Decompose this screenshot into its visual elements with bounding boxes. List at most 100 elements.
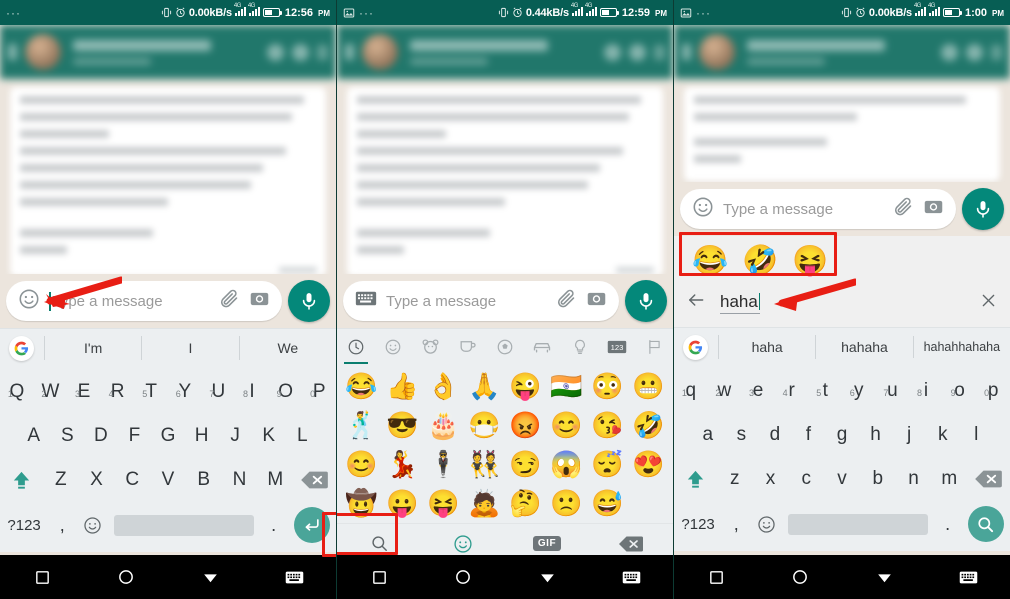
emoji-cell[interactable]: 😛 — [382, 484, 423, 523]
emoji-smiley-icon[interactable] — [76, 516, 108, 535]
emoji-cell[interactable]: 😴 — [587, 445, 628, 484]
key-k[interactable]: K — [252, 414, 286, 458]
suggestion-2[interactable]: We — [238, 336, 336, 360]
emoji-cell[interactable]: 😳 — [587, 367, 628, 406]
emoji-cell[interactable]: 👌 — [423, 367, 464, 406]
emoji-cell[interactable]: 👍 — [382, 367, 423, 406]
voice-call-icon[interactable] — [629, 43, 646, 61]
key-n[interactable]: n — [896, 457, 932, 501]
key-a[interactable]: a — [691, 413, 725, 457]
hide-keyboard-icon[interactable] — [590, 570, 673, 585]
key-l[interactable]: l — [959, 413, 993, 457]
emoji-tab-smileys[interactable] — [374, 329, 411, 364]
key-q[interactable]: 1Q — [0, 370, 34, 414]
emoji-cell[interactable]: 😜 — [505, 367, 546, 406]
suggestion-1[interactable]: I — [141, 336, 238, 360]
key-i[interactable]: 8I — [235, 370, 269, 414]
emoji-cell[interactable]: 🤠 — [341, 484, 382, 523]
key-a[interactable]: A — [17, 414, 51, 458]
keyboard-icon[interactable] — [355, 290, 377, 312]
emoji-tab-animals[interactable] — [412, 329, 449, 364]
key-r[interactable]: 4r — [775, 369, 809, 413]
paperclip-icon[interactable] — [556, 288, 577, 314]
hide-keyboard-icon[interactable] — [926, 570, 1010, 585]
emoji-cell[interactable]: 😊 — [341, 445, 382, 484]
key-t[interactable]: 5T — [134, 370, 168, 414]
key-z[interactable]: z — [717, 457, 753, 501]
emoji-smiley-icon[interactable] — [18, 288, 40, 315]
key-z[interactable]: Z — [43, 458, 79, 502]
emoji-tab-food-drink[interactable] — [449, 329, 486, 364]
emoji-cell[interactable]: 🙁 — [546, 484, 587, 523]
emoji-cell[interactable]: 🇮🇳 — [546, 367, 587, 406]
emoji-cell[interactable]: 😡 — [505, 406, 546, 445]
comma-key[interactable]: , — [48, 515, 76, 536]
emoji-cell[interactable]: 🙇 — [464, 484, 505, 523]
key-o[interactable]: 9O — [269, 370, 303, 414]
key-y[interactable]: 6y — [842, 369, 876, 413]
contact-avatar[interactable] — [362, 34, 398, 70]
emoji-cell[interactable]: 🤣 — [628, 406, 669, 445]
voice-record-button[interactable] — [962, 188, 1004, 230]
spacebar-key[interactable] — [788, 513, 928, 535]
key-f[interactable]: f — [792, 413, 826, 457]
back-triangle-icon[interactable] — [506, 568, 590, 587]
key-o[interactable]: 9o — [943, 369, 977, 413]
emoji-tab-recent[interactable] — [337, 329, 374, 364]
emoji-smiley-icon[interactable] — [692, 196, 714, 223]
spacebar-key[interactable] — [114, 514, 254, 536]
key-s[interactable]: s — [725, 413, 759, 457]
voice-record-button[interactable] — [288, 280, 330, 322]
camera-icon[interactable] — [249, 288, 270, 314]
key-k[interactable]: k — [926, 413, 960, 457]
key-p[interactable]: 0P — [302, 370, 336, 414]
emoji-cell[interactable] — [628, 484, 669, 523]
key-m[interactable]: M — [257, 458, 293, 502]
back-arrow-icon[interactable] — [686, 290, 706, 315]
emoji-cell[interactable]: 🙏 — [464, 367, 505, 406]
google-logo-icon[interactable] — [9, 335, 34, 361]
shift-icon[interactable] — [674, 468, 717, 491]
overflow-menu-icon[interactable] — [317, 44, 328, 60]
hide-keyboard-icon[interactable] — [253, 570, 336, 585]
header-back-icon[interactable] — [345, 44, 354, 60]
key-i[interactable]: 8i — [909, 369, 943, 413]
emoji-cell[interactable]: 🕴 — [423, 445, 464, 484]
home-circle-icon[interactable] — [421, 568, 505, 586]
contact-avatar[interactable] — [699, 34, 735, 70]
back-triangle-icon[interactable] — [842, 568, 926, 587]
key-u[interactable]: 7U — [202, 370, 236, 414]
recents-square-icon[interactable] — [674, 569, 758, 586]
emoji-smiley-icon[interactable] — [750, 515, 782, 534]
key-v[interactable]: v — [824, 457, 860, 501]
message-input-pill[interactable]: Type a message — [343, 281, 619, 321]
suggestion-2[interactable]: hahahhahaha — [912, 336, 1010, 358]
emoji-cell[interactable]: 😎 — [382, 406, 423, 445]
suggestion-0[interactable]: haha — [718, 335, 815, 359]
camera-icon[interactable] — [586, 288, 607, 314]
numbers-symbols-key[interactable]: ?123 — [674, 516, 722, 533]
emoji-tab-activities[interactable] — [486, 329, 523, 364]
overflow-menu-icon[interactable] — [654, 44, 665, 60]
key-f[interactable]: F — [118, 414, 152, 458]
key-m[interactable]: m — [931, 457, 967, 501]
key-n[interactable]: N — [222, 458, 258, 502]
paperclip-icon[interactable] — [893, 196, 914, 222]
emoji-cell[interactable]: 🕺 — [341, 406, 382, 445]
key-r[interactable]: 4R — [101, 370, 135, 414]
key-w[interactable]: 2W — [34, 370, 68, 414]
key-b[interactable]: b — [860, 457, 896, 501]
key-d[interactable]: D — [84, 414, 118, 458]
google-logo-icon[interactable] — [683, 334, 708, 360]
header-back-icon[interactable] — [682, 44, 691, 60]
shift-icon[interactable] — [0, 469, 43, 492]
close-x-icon[interactable] — [979, 291, 998, 315]
suggestion-0[interactable]: I'm — [44, 336, 141, 360]
emoji-cell[interactable]: 😂 — [341, 367, 382, 406]
emoji-result[interactable]: 🤣 — [742, 244, 778, 278]
camera-icon[interactable] — [923, 196, 944, 222]
backspace-icon[interactable] — [967, 469, 1010, 489]
emoji-cell[interactable]: 🎂 — [423, 406, 464, 445]
message-input-pill[interactable]: Type a message — [6, 281, 282, 321]
voice-call-icon[interactable] — [292, 43, 309, 61]
